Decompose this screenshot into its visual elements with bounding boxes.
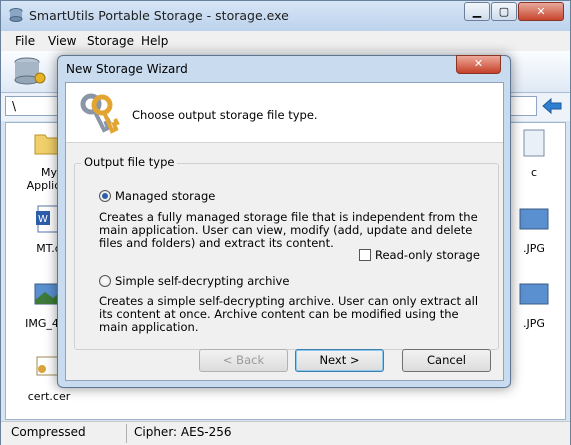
file-label: cert.cer xyxy=(27,390,71,403)
wizard-header-text: Choose output storage file type. xyxy=(132,108,318,122)
app-icon xyxy=(9,8,23,22)
managed-storage-description: Creates a fully managed storage file tha… xyxy=(99,210,478,250)
menu-bar: File View Storage Help xyxy=(1,31,570,51)
simple-archive-description: Creates a simple self-decrypting archive… xyxy=(99,294,479,334)
menu-help[interactable]: Help xyxy=(141,34,168,48)
storage-database-icon[interactable] xyxy=(13,56,47,88)
dialog-close-button[interactable]: ✕ xyxy=(456,55,501,74)
minimize-button[interactable]: ▁ xyxy=(464,2,490,21)
cancel-button[interactable]: Cancel xyxy=(402,349,491,372)
close-icon: ✕ xyxy=(473,57,484,70)
dialog-title: New Storage Wizard xyxy=(66,62,188,76)
menu-storage[interactable]: Storage xyxy=(87,34,134,48)
close-button[interactable]: ✕ xyxy=(518,2,564,21)
window-title: SmartUtils Portable Storage - storage.ex… xyxy=(29,8,289,23)
status-divider xyxy=(126,424,127,443)
readonly-storage-checkbox[interactable]: Read-only storage xyxy=(359,248,480,262)
managed-storage-radio[interactable]: Managed storage xyxy=(99,189,215,203)
file-icon xyxy=(523,129,545,157)
status-cipher: Cipher: AES-256 xyxy=(134,425,232,439)
menu-view[interactable]: View xyxy=(48,34,76,48)
readonly-storage-label: Read-only storage xyxy=(375,248,480,262)
radio-unselected-icon xyxy=(99,275,111,287)
simple-archive-label: Simple self-decrypting archive xyxy=(115,274,290,288)
status-bar: Compressed Cipher: AES-256 xyxy=(1,421,570,445)
minimize-icon: ▁ xyxy=(472,5,482,18)
svg-text:W: W xyxy=(38,214,48,225)
radio-selected-icon xyxy=(99,190,111,202)
image-file-icon xyxy=(519,283,549,305)
back-button[interactable]: < Back xyxy=(199,349,288,372)
simple-archive-radio[interactable]: Simple self-decrypting archive xyxy=(99,274,289,288)
next-button[interactable]: Next > xyxy=(295,349,384,372)
menu-file[interactable]: File xyxy=(15,34,35,48)
close-icon: ✕ xyxy=(536,5,546,18)
dialog-client: Choose output storage file type. Output … xyxy=(65,82,504,381)
group-title: Output file type xyxy=(81,155,178,169)
output-file-type-group: Output file type Managed storage Creates… xyxy=(74,155,499,350)
status-compression: Compressed xyxy=(11,425,86,439)
keys-icon xyxy=(80,93,120,134)
maximize-icon: ▢ xyxy=(498,5,510,18)
new-storage-wizard-dialog: New Storage Wizard ✕ Choose output stora… xyxy=(57,55,511,388)
wizard-header: Choose output storage file type. xyxy=(66,83,503,143)
image-file-icon xyxy=(519,208,549,230)
checkbox-unchecked-icon xyxy=(359,249,371,261)
maximize-button[interactable]: ▢ xyxy=(491,2,517,21)
managed-storage-label: Managed storage xyxy=(115,189,216,203)
back-arrow-icon[interactable] xyxy=(542,97,562,115)
title-bar[interactable]: SmartUtils Portable Storage - storage.ex… xyxy=(1,1,570,31)
